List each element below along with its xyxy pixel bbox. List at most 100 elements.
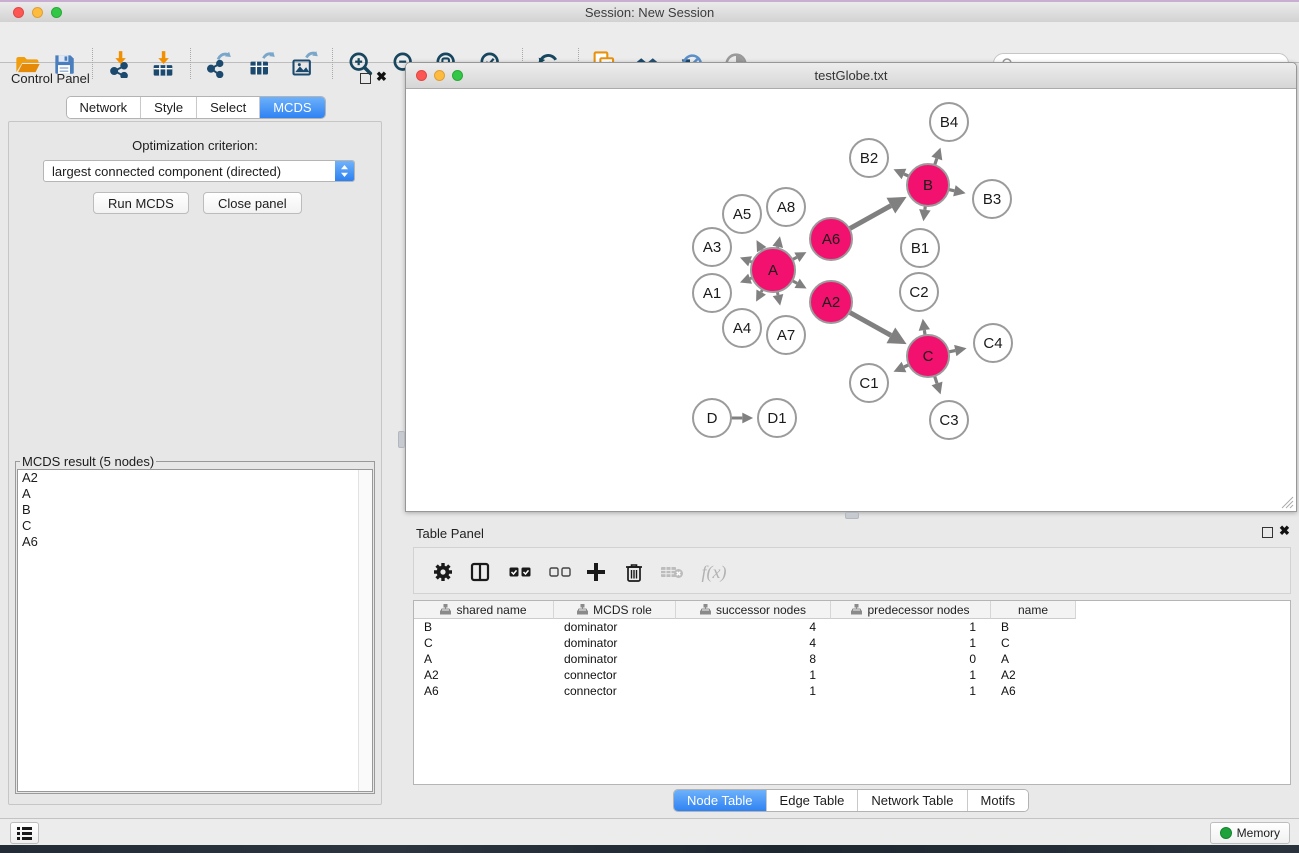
network-window-title: testGlobe.txt: [406, 68, 1296, 83]
graph-node-A3[interactable]: A3: [693, 228, 731, 266]
table-cell[interactable]: dominator: [554, 635, 676, 651]
graph-node-A5[interactable]: A5: [723, 195, 761, 233]
close-panel-icon[interactable]: ✖: [376, 68, 387, 86]
table-row[interactable]: A2connector11A2: [414, 667, 1290, 683]
memory-button[interactable]: Memory: [1210, 822, 1290, 844]
float-table-panel-icon[interactable]: [1262, 527, 1273, 538]
table-cell[interactable]: A6: [414, 683, 554, 699]
delete-columns-icon[interactable]: [621, 560, 647, 584]
graph-node-A1[interactable]: A1: [693, 274, 731, 312]
table-cell[interactable]: 0: [831, 651, 991, 667]
table-cell[interactable]: 1: [831, 635, 991, 651]
tab-edge-table[interactable]: Edge Table: [767, 790, 859, 811]
table-panel: Table Panel ✖: [405, 518, 1299, 813]
tab-style[interactable]: Style: [141, 97, 197, 118]
tab-motifs[interactable]: Motifs: [968, 790, 1029, 811]
apply-function-icon[interactable]: f(x): [697, 560, 731, 584]
table-cell[interactable]: dominator: [554, 651, 676, 667]
delete-table-icon[interactable]: [659, 560, 685, 584]
table-cell[interactable]: connector: [554, 667, 676, 683]
table-cell[interactable]: B: [991, 619, 1076, 635]
column-header-predecessor-nodes[interactable]: predecessor nodes: [831, 601, 991, 619]
table-row[interactable]: Cdominator41C: [414, 635, 1290, 651]
network-window-titlebar[interactable]: testGlobe.txt: [406, 63, 1296, 89]
column-header-name[interactable]: name: [991, 601, 1076, 619]
graph-node-label: A8: [777, 199, 795, 216]
graph-node-A4[interactable]: A4: [723, 309, 761, 347]
mcds-result-item[interactable]: C: [18, 518, 372, 534]
mcds-result-item[interactable]: A: [18, 486, 372, 502]
table-row[interactable]: Adominator80A: [414, 651, 1290, 667]
graph-node-B1[interactable]: B1: [901, 229, 939, 267]
network-graph[interactable]: B4 B2 B B3 A8 A5 A6 A3 B1 A C2 A1 A2 A4A7 C4 C C1 D D1 C3: [406, 89, 1296, 512]
table-cell[interactable]: dominator: [554, 619, 676, 635]
table-cell[interactable]: 1: [676, 667, 831, 683]
window-resize-grip[interactable]: [1278, 493, 1294, 509]
graph-node-A7[interactable]: A7: [767, 316, 805, 354]
table-cell[interactable]: 1: [831, 619, 991, 635]
table-cell[interactable]: A2: [991, 667, 1076, 683]
table-cell[interactable]: 4: [676, 635, 831, 651]
optimization-criterion-select[interactable]: largest connected component (directed): [43, 160, 355, 182]
column-header-shared-name[interactable]: shared name: [414, 601, 554, 619]
graph-node-C2[interactable]: C2: [900, 273, 938, 311]
table-cell[interactable]: 8: [676, 651, 831, 667]
graph-node-D[interactable]: D: [693, 399, 731, 437]
tab-node-table[interactable]: Node Table: [674, 790, 767, 811]
settings-gear-icon[interactable]: [430, 560, 456, 584]
mcds-result-item[interactable]: A6: [18, 534, 372, 550]
run-mcds-button[interactable]: Run MCDS: [93, 192, 189, 214]
column-header-successor-nodes[interactable]: successor nodes: [676, 601, 831, 619]
graph-node-A2[interactable]: A2: [810, 281, 852, 323]
table-cell[interactable]: C: [991, 635, 1076, 651]
graph-node-C3[interactable]: C3: [930, 401, 968, 439]
tab-network[interactable]: Network: [66, 97, 141, 118]
select-all-columns-icon[interactable]: [507, 560, 533, 584]
network-canvas[interactable]: B4 B2 B B3 A8 A5 A6 A3 B1 A C2 A1 A2 A4A7 C4 C C1 D D1 C3: [406, 89, 1296, 511]
table-row[interactable]: Bdominator41B: [414, 619, 1290, 635]
mcds-result-item[interactable]: A2: [18, 470, 372, 486]
graph-node-label: B4: [940, 114, 958, 131]
control-panel-title: Control Panel: [11, 71, 90, 86]
sort-hierarchy-icon: [577, 604, 588, 615]
column-header-MCDS-role[interactable]: MCDS role: [554, 601, 676, 619]
toggle-panel-icon[interactable]: [467, 560, 493, 584]
table-cell[interactable]: B: [414, 619, 554, 635]
graph-node-D1[interactable]: D1: [758, 399, 796, 437]
graph-node-A[interactable]: A: [751, 248, 795, 292]
table-cell[interactable]: 1: [676, 683, 831, 699]
row-filler: [1076, 619, 1290, 635]
table-cell[interactable]: 1: [831, 683, 991, 699]
graph-node-B4[interactable]: B4: [930, 103, 968, 141]
task-history-button[interactable]: [10, 822, 39, 844]
graph-node-A6[interactable]: A6: [810, 218, 852, 260]
table-cell[interactable]: connector: [554, 683, 676, 699]
close-panel-button[interactable]: Close panel: [203, 192, 302, 214]
table-cell[interactable]: A2: [414, 667, 554, 683]
tab-mcds[interactable]: MCDS: [260, 97, 324, 118]
float-panel-icon[interactable]: [360, 73, 371, 84]
create-column-icon[interactable]: [583, 560, 609, 584]
scrollbar-track[interactable]: [358, 470, 372, 791]
graph-node-A8[interactable]: A8: [767, 188, 805, 226]
tab-network-table[interactable]: Network Table: [858, 790, 967, 811]
graph-node-C4[interactable]: C4: [974, 324, 1012, 362]
table-cell[interactable]: A6: [991, 683, 1076, 699]
control-panel: Control Panel ✖ NetworkStyleSelectMCDS O…: [0, 63, 391, 813]
tab-select[interactable]: Select: [197, 97, 260, 118]
table-row[interactable]: A6connector11A6: [414, 683, 1290, 699]
graph-node-B2[interactable]: B2: [850, 139, 888, 177]
unselect-all-columns-icon[interactable]: [547, 560, 573, 584]
vertical-scroll-thumb[interactable]: [398, 431, 405, 448]
table-cell[interactable]: 1: [831, 667, 991, 683]
mcds-result-item[interactable]: B: [18, 502, 372, 518]
table-cell[interactable]: A: [414, 651, 554, 667]
graph-node-B3[interactable]: B3: [973, 180, 1011, 218]
graph-node-C1[interactable]: C1: [850, 364, 888, 402]
close-table-panel-icon[interactable]: ✖: [1279, 522, 1290, 540]
graph-node-C[interactable]: C: [907, 335, 949, 377]
table-cell[interactable]: 4: [676, 619, 831, 635]
graph-node-B[interactable]: B: [907, 164, 949, 206]
table-cell[interactable]: C: [414, 635, 554, 651]
table-cell[interactable]: A: [991, 651, 1076, 667]
